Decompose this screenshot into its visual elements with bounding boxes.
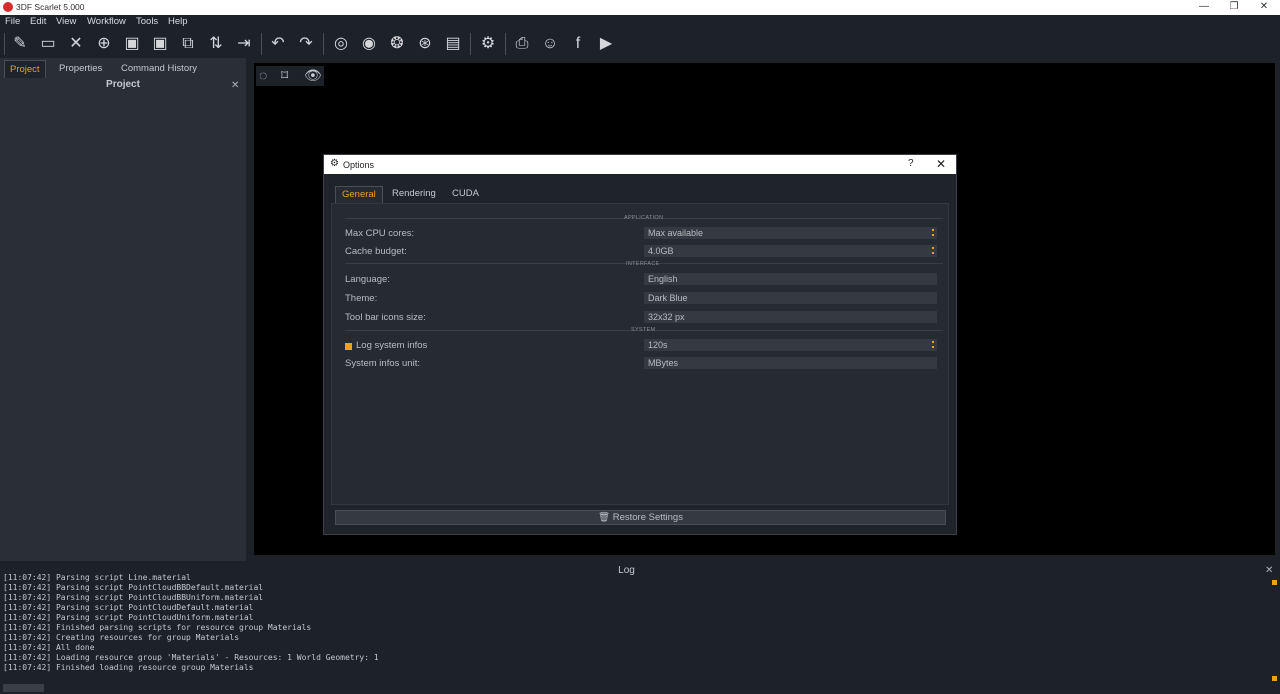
export-icon[interactable]: ⇥ [234, 35, 254, 53]
cache-budget-label: Cache budget: [345, 246, 407, 257]
language-select[interactable]: English [644, 273, 937, 285]
dialog-help-button[interactable]: ? [908, 158, 914, 169]
general-settings-panel: APPLICATION Max CPU cores: Max available… [331, 203, 949, 505]
close-log-panel-icon[interactable]: ✕ [1265, 565, 1273, 576]
pdf-icon[interactable]: ▤ [443, 35, 463, 53]
open-icon[interactable]: ▭ [38, 35, 58, 53]
trash-icon: 🗑 [598, 512, 611, 523]
menu-workflow[interactable]: Workflow [87, 16, 126, 27]
log-horizontal-scrollbar[interactable] [3, 684, 44, 692]
options-dialog: ⚙ Options ? ✕ General Rendering CUDA APP… [323, 154, 957, 535]
main-toolbar: ✎ ▭ ✕ ⊕ ▣ ▣ ⧉ ⇅ ⇥ ↶ ↷ ◎ ◉ ❂ ⊛ ▤ ⚙ ⎙ ☺ f … [0, 29, 1280, 58]
log-line: [11:07:42] Parsing script PointCloudDefa… [3, 603, 254, 612]
log-line: [11:07:42] Parsing script PointCloudUnif… [3, 613, 254, 622]
log-line: [11:07:42] Parsing script PointCloudBBDe… [3, 583, 264, 592]
menu-file[interactable]: File [5, 16, 20, 27]
close-project-panel-icon[interactable]: ✕ [231, 80, 239, 91]
log-line: [11:07:42] Finished loading resource gro… [3, 663, 254, 672]
save-icon[interactable]: ▣ [122, 35, 142, 53]
log-line: [11:07:42] Finished parsing scripts for … [3, 623, 312, 632]
undo-icon[interactable]: ↶ [268, 35, 288, 53]
log-line: [11:07:42] All done [3, 643, 95, 652]
theme-label: Theme: [345, 293, 378, 304]
scroll-down-marker[interactable] [1272, 676, 1277, 681]
log-interval-spinbox[interactable]: 120s [644, 339, 937, 351]
toolbar-icon-size-select[interactable]: 32x32 px [644, 311, 937, 323]
close-icon[interactable]: ✕ [66, 35, 86, 53]
tab-cuda[interactable]: CUDA [446, 186, 485, 202]
viewport-toolbar: ◌ ⌑ 👁 [256, 66, 324, 86]
scroll-up-marker[interactable] [1272, 580, 1277, 585]
dock-splitter[interactable] [246, 58, 254, 561]
dialog-titlebar: ⚙ Options ? ✕ [324, 155, 956, 174]
tab-project[interactable]: Project [4, 60, 46, 78]
left-dock-panel [0, 58, 246, 561]
discord-icon[interactable]: ☺ [540, 35, 560, 53]
dialog-close-button[interactable]: ✕ [936, 157, 946, 171]
eye-icon[interactable]: 👁 [304, 67, 322, 84]
youtube-icon[interactable]: ▶ [596, 35, 616, 53]
photo-icon[interactable]: ◉ [359, 35, 379, 53]
maximize-button[interactable]: ❐ [1219, 0, 1249, 15]
tab-rendering[interactable]: Rendering [386, 186, 442, 202]
import-export-icon[interactable]: ⇅ [206, 35, 226, 53]
facebook-icon[interactable]: f [568, 35, 588, 53]
tab-command-history[interactable]: Command History [116, 60, 202, 77]
tab-general[interactable]: General [335, 186, 383, 203]
system-unit-label: System infos unit: [345, 358, 420, 369]
tab-properties[interactable]: Properties [54, 60, 107, 77]
save-as-icon[interactable]: ▣ [150, 35, 170, 53]
trash-icon[interactable]: ⌑ [281, 67, 288, 84]
language-label: Language: [345, 274, 390, 285]
manual-icon[interactable]: ⎙ [512, 35, 532, 53]
toolbar-icon-size-label: Tool bar icons size: [345, 312, 426, 323]
section-application: APPLICATION [624, 215, 664, 221]
add-icon[interactable]: ⊕ [94, 35, 114, 53]
log-system-label: Log system infos [356, 340, 428, 351]
left-dock-tabs: Project Properties Command History [0, 60, 246, 78]
log-system-checkbox[interactable] [345, 343, 352, 350]
gear-icon: ⚙ [330, 158, 339, 169]
new-icon[interactable]: ✎ [10, 35, 30, 53]
log-line: [11:07:42] Creating resources for group … [3, 633, 240, 642]
redo-icon[interactable]: ↷ [296, 35, 316, 53]
duplicate-icon[interactable]: ⧉ [178, 35, 198, 53]
menu-tools[interactable]: Tools [136, 16, 158, 27]
window-title: 3DF Scarlet 5.000 [16, 2, 85, 12]
section-interface: INTERFACE [626, 261, 660, 267]
dialog-title: Options [343, 160, 375, 170]
max-cpu-label: Max CPU cores: [345, 228, 415, 239]
menu-edit[interactable]: Edit [30, 16, 46, 27]
section-system: SYSTEM [631, 327, 656, 333]
log-line: [11:07:42] Loading resource group 'Mater… [3, 653, 379, 662]
restore-settings-button[interactable]: 🗑 Restore Settings [335, 510, 946, 525]
menu-view[interactable]: View [56, 16, 76, 27]
help-circle-icon[interactable]: ⊛ [415, 35, 435, 53]
workflow-icon[interactable]: ◎ [331, 35, 351, 53]
settings-icon[interactable]: ⚙ [478, 35, 498, 53]
app-logo-icon [3, 2, 13, 12]
max-cpu-spinbox[interactable]: Max available [644, 227, 937, 239]
theme-select[interactable]: Dark Blue [644, 292, 937, 304]
menu-bar: File Edit View Workflow Tools Help [0, 15, 1280, 29]
window-titlebar: 3DF Scarlet 5.000 — ❐ ✕ [0, 0, 1280, 15]
window-close-button[interactable]: ✕ [1249, 0, 1279, 15]
system-unit-select[interactable]: MBytes [644, 357, 937, 369]
menu-help[interactable]: Help [168, 16, 188, 27]
cache-budget-spinbox[interactable]: 4.0GB [644, 245, 937, 257]
log-line: [11:07:42] Parsing script Line.material [3, 573, 191, 582]
minimize-button[interactable]: — [1189, 0, 1219, 15]
project-panel-title: Project [106, 79, 140, 90]
cluster-icon[interactable]: ❂ [387, 35, 407, 53]
orbit-icon[interactable]: ◌ [259, 67, 267, 83]
log-line: [11:07:42] Parsing script PointCloudBBUn… [3, 593, 264, 602]
